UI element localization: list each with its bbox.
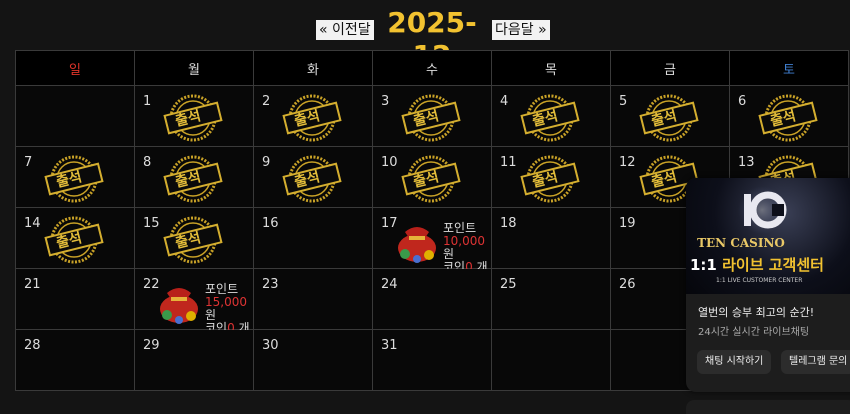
- weekday-tue: 화: [253, 50, 373, 86]
- calendar-day-cell[interactable]: 15 출석: [134, 207, 254, 269]
- calendar-day-cell[interactable]: 6 출석: [729, 85, 849, 147]
- day-number: 28: [24, 338, 41, 353]
- calendar-day-cell[interactable]: 7 출석: [15, 146, 135, 208]
- day-number: 19: [619, 216, 636, 231]
- start-chat-button[interactable]: 채팅 시작하기: [697, 350, 772, 374]
- day-number: 2: [262, 94, 271, 109]
- day-number: 25: [500, 277, 517, 292]
- reward-bag-icon: [398, 227, 436, 263]
- support-headline: 1:1 라이브 고객센터: [690, 254, 824, 275]
- day-number: 10: [381, 155, 398, 170]
- chat-widget-tab[interactable]: [686, 400, 850, 414]
- calendar-day-cell[interactable]: 10 출석: [372, 146, 492, 208]
- day-number: 9: [262, 155, 271, 170]
- day-number: 5: [619, 94, 628, 109]
- day-number: 26: [619, 277, 636, 292]
- day-number: 23: [262, 277, 279, 292]
- day-number: 16: [262, 216, 279, 231]
- ten-casino-logo-icon: [738, 186, 787, 234]
- calendar-day-cell[interactable]: 4 출석: [491, 85, 611, 147]
- popup-text-primary: 열번의 승부 최고의 순간!: [698, 306, 815, 319]
- day-number: 29: [143, 338, 160, 353]
- calendar-day-cell[interactable]: 29: [134, 329, 254, 391]
- calendar-day-cell[interactable]: 22 포인트 15,000 원 코인0 개: [134, 268, 254, 335]
- calendar-day-cell[interactable]: 25: [491, 268, 611, 330]
- day-number: 13: [738, 155, 755, 170]
- next-month-button[interactable]: 다음달 »: [492, 20, 550, 40]
- day-number: 7: [24, 155, 33, 170]
- calendar-day-cell[interactable]: 23: [253, 268, 373, 330]
- reward-info: 포인트 15,000 원 코인0 개: [205, 283, 250, 335]
- calendar-day-cell[interactable]: 2 출석: [253, 85, 373, 147]
- weekday-fri: 금: [610, 50, 730, 86]
- day-number: 4: [500, 94, 509, 109]
- day-number: 8: [143, 155, 152, 170]
- calendar-day-cell[interactable]: 11 출석: [491, 146, 611, 208]
- calendar-day-cell[interactable]: [15, 85, 135, 147]
- day-number: 21: [24, 277, 41, 292]
- weekday-header-row: 일 월 화 수 목 금 토: [15, 50, 849, 86]
- weekday-wed: 수: [372, 50, 492, 86]
- calendar-header: « 이전달 2025-12 다음달 »: [0, 6, 850, 72]
- calendar-day-cell[interactable]: 9 출석: [253, 146, 373, 208]
- calendar-day-cell[interactable]: 3 출석: [372, 85, 492, 147]
- day-number: 12: [619, 155, 636, 170]
- calendar-day-cell[interactable]: 31: [372, 329, 492, 391]
- reward-bag-icon: [160, 288, 198, 324]
- support-subline: 1:1 LIVE CUSTOMER CENTER: [716, 277, 803, 284]
- calendar-day-cell[interactable]: 1 출석: [134, 85, 254, 147]
- calendar-day-cell[interactable]: 18: [491, 207, 611, 269]
- calendar-day-cell[interactable]: 24: [372, 268, 492, 330]
- day-number: 31: [381, 338, 398, 353]
- day-number: 30: [262, 338, 279, 353]
- prev-month-button[interactable]: « 이전달: [316, 20, 374, 40]
- calendar-day-cell[interactable]: 16: [253, 207, 373, 269]
- day-number: 1: [143, 94, 152, 109]
- calendar-day-cell[interactable]: 28: [15, 329, 135, 391]
- day-number: 15: [143, 216, 160, 231]
- day-number: 14: [24, 216, 41, 231]
- calendar-day-cell[interactable]: 8 출석: [134, 146, 254, 208]
- telegram-inquiry-button[interactable]: 텔레그램 문의: [781, 350, 850, 374]
- support-banner[interactable]: TEN CASINO 1:1 라이브 고객센터 1:1 LIVE CUSTOME…: [686, 178, 850, 294]
- headline-main: 라이브 고객센터: [722, 256, 824, 274]
- weekday-mon: 월: [134, 50, 254, 86]
- weekday-sun: 일: [15, 50, 135, 86]
- day-number: 3: [381, 94, 390, 109]
- headline-prefix: 1:1: [690, 256, 723, 274]
- calendar-week-row: 1 출석 2 출석 3 출석 4 출석 5 출석 6 출석: [15, 85, 849, 147]
- reward-info: 포인트 10,000 원 코인0 개: [443, 222, 488, 274]
- weekday-thu: 목: [491, 50, 611, 86]
- calendar-day-cell[interactable]: [491, 329, 611, 391]
- live-support-popup[interactable]: TEN CASINO 1:1 라이브 고객센터 1:1 LIVE CUSTOME…: [686, 178, 850, 392]
- day-number: 24: [381, 277, 398, 292]
- day-number: 18: [500, 216, 517, 231]
- weekday-sat: 토: [729, 50, 849, 86]
- calendar-day-cell[interactable]: 30: [253, 329, 373, 391]
- calendar-day-cell[interactable]: 5 출석: [610, 85, 730, 147]
- popup-text-secondary: 24시간 실시간 라이브채팅: [698, 327, 810, 338]
- calendar-day-cell[interactable]: 14 출석: [15, 207, 135, 269]
- day-number: 6: [738, 94, 747, 109]
- calendar-day-cell[interactable]: 21: [15, 268, 135, 330]
- day-number: 11: [500, 155, 517, 170]
- brand-name: TEN CASINO: [697, 236, 785, 250]
- calendar-day-cell[interactable]: 17 포인트 10,000 원 코인0 개: [372, 207, 492, 274]
